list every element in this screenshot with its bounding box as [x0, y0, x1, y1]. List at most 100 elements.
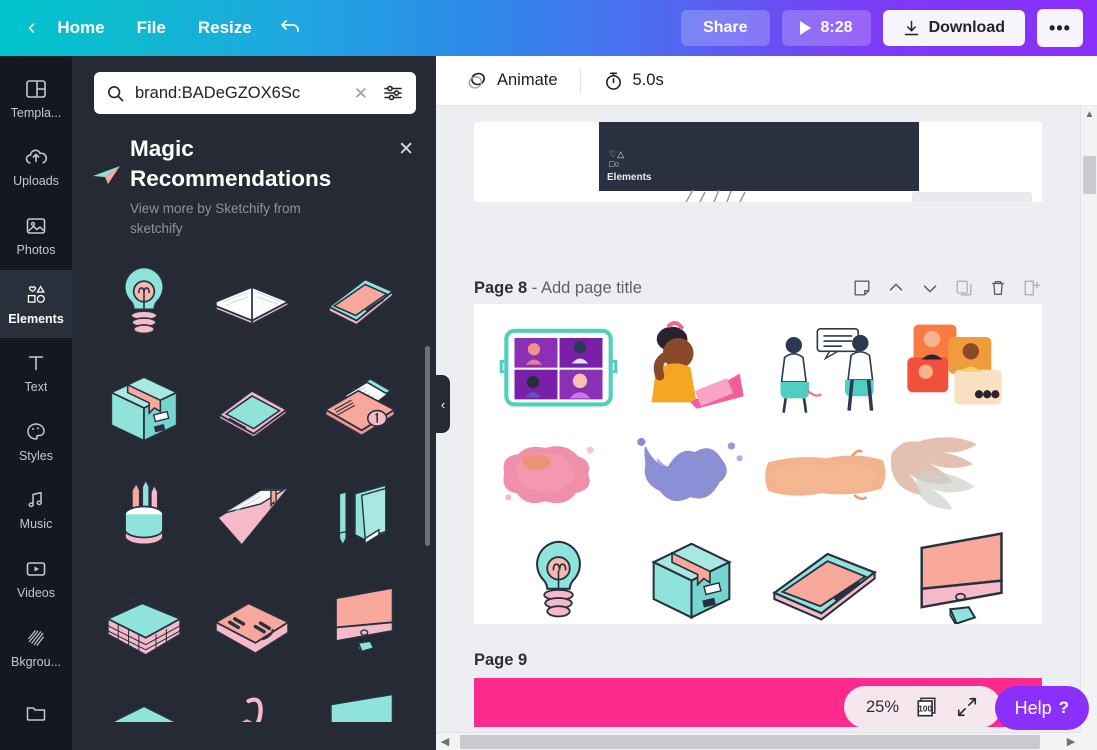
- panel-title-line2: Recommendations: [130, 166, 332, 192]
- undo-arrow-icon[interactable]: [268, 10, 314, 46]
- delete-page-icon[interactable]: [988, 278, 1008, 298]
- play-triangle-icon: [799, 21, 811, 35]
- page-count-icon[interactable]: 100: [915, 696, 939, 718]
- result-shopping-basket-illustration[interactable]: [94, 574, 194, 674]
- result-spiral-notebook-illustration[interactable]: [310, 466, 410, 566]
- two-people-talking-glyph: [780, 327, 874, 413]
- result-cardboard-box-illustration[interactable]: [94, 358, 194, 458]
- notes-icon[interactable]: [852, 278, 872, 298]
- add-page-icon[interactable]: [1022, 278, 1042, 298]
- download-button[interactable]: Download: [882, 10, 1025, 46]
- more-options-button[interactable]: •••: [1037, 9, 1083, 47]
- share-button[interactable]: Share: [681, 10, 770, 46]
- result-notepad-clip-illustration[interactable]: [202, 682, 302, 723]
- move-down-icon[interactable]: [920, 278, 940, 298]
- home-menu-button[interactable]: Home: [41, 10, 120, 46]
- result-open-book-illustration[interactable]: [202, 250, 302, 350]
- page-9-title[interactable]: Page 9: [474, 651, 527, 670]
- result-tablet-teal-illustration[interactable]: [202, 358, 302, 458]
- zoom-level-label[interactable]: 25%: [866, 698, 899, 717]
- envelope-stamp-illustration: [323, 378, 397, 437]
- animate-button[interactable]: Animate: [454, 63, 570, 99]
- art-woman-with-laptop-illustration[interactable]: [625, 314, 758, 421]
- chevron-left-icon[interactable]: ◀: [436, 733, 454, 750]
- move-up-icon[interactable]: [886, 278, 906, 298]
- search-box[interactable]: ✕: [94, 72, 416, 114]
- art-blue-watercolor-blob[interactable]: [625, 421, 758, 528]
- sidebar-item-styles[interactable]: Styles: [0, 407, 72, 476]
- cloud-upload-icon: [25, 149, 48, 165]
- pencil-cup-illustration: [124, 478, 164, 546]
- video-play-icon: [26, 562, 46, 576]
- sidebar-item-text[interactable]: Text: [0, 338, 72, 407]
- art-orange-watercolor-stripe[interactable]: [758, 421, 891, 528]
- video-call-grid-glyph: [499, 328, 618, 407]
- art-collage-people-illustration[interactable]: [891, 314, 1024, 421]
- close-x-icon[interactable]: ✕: [350, 85, 372, 102]
- sidebar-item-photos[interactable]: Photos: [0, 201, 72, 270]
- result-suitcase-illustration[interactable]: [202, 574, 302, 674]
- sidebar-item-videos[interactable]: Videos: [0, 544, 72, 613]
- result-envelope-stamp-illustration[interactable]: [310, 358, 410, 458]
- embedded-scribble: [685, 189, 746, 202]
- horizontal-scrollbar[interactable]: ◀ ▶: [436, 732, 1080, 750]
- art-grey-watercolor-swirl[interactable]: [890, 421, 1024, 528]
- page-8-header-row: Page 8 - Add page title: [474, 278, 1042, 298]
- animate-label: Animate: [497, 71, 558, 89]
- music-note-icon: [28, 492, 42, 508]
- panel-title-line1: Magic: [130, 136, 194, 161]
- page-8-canvas[interactable]: [474, 304, 1042, 624]
- help-button[interactable]: Help ?: [994, 686, 1089, 730]
- file-menu-button[interactable]: File: [121, 10, 182, 46]
- top-header-bar: ‹ Home File Resize Share 8:28 Download •…: [0, 0, 1097, 56]
- art-lightbulb-illustration[interactable]: [492, 529, 625, 624]
- chevron-left-icon[interactable]: ‹: [22, 12, 41, 44]
- page-8-title-placeholder: - Add page title: [531, 278, 642, 297]
- art-video-call-grid-illustration[interactable]: [492, 314, 625, 421]
- sidebar-item-elements[interactable]: Elements: [0, 269, 72, 339]
- sliders-filter-icon[interactable]: [382, 82, 404, 104]
- result-lightbulb-illustration[interactable]: [94, 250, 194, 350]
- panel-subtitle[interactable]: View more by Sketchify from sketchify: [130, 199, 335, 238]
- search-input[interactable]: [135, 83, 340, 103]
- expand-arrows-icon[interactable]: [955, 696, 979, 718]
- result-desktop-monitor-illustration[interactable]: [310, 574, 410, 674]
- resize-menu-button[interactable]: Resize: [182, 10, 268, 46]
- art-cardboard-box-illustration[interactable]: [625, 529, 758, 624]
- embedded-placeholder-bar: [912, 192, 1032, 202]
- vertical-scrollbar[interactable]: ▲ ▼: [1080, 106, 1097, 750]
- result-pencil-cup-illustration[interactable]: [94, 466, 194, 566]
- result-phone-pink-illustration[interactable]: [310, 250, 410, 350]
- page-8-tools: [852, 278, 1042, 298]
- chevron-right-icon[interactable]: ▶: [1062, 733, 1080, 750]
- result-pink-folder-illustration[interactable]: [202, 466, 302, 566]
- sidebar-item-background[interactable]: Bkgrou...: [0, 613, 72, 682]
- horizontal-scroll-thumb[interactable]: [460, 734, 1040, 749]
- shapes-icon: ♡△ □○: [609, 149, 624, 169]
- sidebar-item-music[interactable]: Music: [0, 476, 72, 545]
- close-x-icon[interactable]: ✕: [398, 140, 414, 159]
- panel-scrollbar-thumb[interactable]: [425, 346, 430, 546]
- help-label: Help: [1014, 697, 1052, 718]
- page-7-fragment[interactable]: ♡△ □○ Elements: [474, 122, 1042, 202]
- vertical-scroll-thumb[interactable]: [1083, 156, 1096, 194]
- page-8-title[interactable]: Page 8 - Add page title: [474, 279, 642, 298]
- duration-button[interactable]: 5.0s: [591, 63, 676, 98]
- chevron-up-icon[interactable]: ▲: [1081, 106, 1097, 123]
- pages-scroll-zone: ♡△ □○ Elements Page 8 - Add page title P…: [436, 106, 1083, 727]
- result-stacked-books-illustration[interactable]: [94, 682, 194, 723]
- art-phone-pink-illustration[interactable]: [758, 529, 891, 624]
- art-pink-watercolor-blob[interactable]: [492, 421, 625, 528]
- sidebar-item-templates[interactable]: Templa...: [0, 64, 72, 133]
- page-8-number: Page 8: [474, 278, 528, 297]
- templates-icon: [26, 79, 46, 98]
- art-two-people-talking-illustration[interactable]: [758, 314, 891, 421]
- sidebar-item-folder[interactable]: [0, 681, 72, 750]
- panel-collapse-handle[interactable]: ‹: [436, 375, 450, 433]
- present-timer-button[interactable]: 8:28: [781, 10, 871, 46]
- result-laptop-illustration[interactable]: [310, 682, 410, 723]
- sidebar-item-uploads[interactable]: Uploads: [0, 133, 72, 202]
- duplicate-page-icon[interactable]: [954, 278, 974, 298]
- phone-pink-glyph: [772, 552, 877, 621]
- art-desktop-monitor-illustration[interactable]: [891, 529, 1024, 624]
